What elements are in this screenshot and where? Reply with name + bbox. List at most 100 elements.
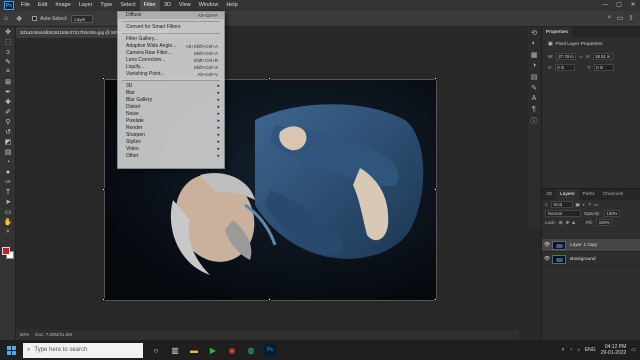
clone-stamp-icon[interactable]: ⚲ (0, 117, 16, 127)
filter-item-blur-gallery[interactable]: Blur Gallery ▸ (118, 97, 224, 104)
character-icon[interactable]: A (527, 93, 541, 104)
workspace-icon[interactable]: ▭ (617, 14, 624, 22)
color-icon[interactable]: ◐ (527, 38, 541, 49)
width-field[interactable]: 27.78 in (556, 53, 577, 60)
maximize-icon[interactable]: ▢ (612, 0, 626, 11)
filter-item-pixelate[interactable]: Pixelate ▸ (118, 118, 224, 125)
eraser-icon[interactable]: ◩ (0, 137, 16, 147)
opacity-field[interactable]: 100% (603, 210, 620, 217)
swatches-icon[interactable]: ▦ (527, 49, 541, 60)
transform-handle-ml[interactable] (102, 188, 105, 191)
layer-row-background[interactable]: 👁︎ Background (542, 253, 640, 266)
eyedropper-icon[interactable]: ✒ (0, 87, 16, 97)
volume-icon[interactable]: ♪ (577, 347, 580, 353)
filter-item-stylize[interactable]: Stylize ▸ (118, 139, 224, 146)
lock-position-icon[interactable]: ✥ (566, 220, 570, 226)
history-icon[interactable]: ⟲ (527, 27, 541, 38)
menu-window[interactable]: Window (195, 0, 223, 11)
fill-field[interactable]: 100% (595, 219, 612, 226)
filter-pixel-icon[interactable]: ▣ (576, 202, 580, 208)
minimize-icon[interactable]: — (598, 0, 612, 11)
transform-handle-tl[interactable] (102, 77, 105, 80)
dodge-icon[interactable]: ● (0, 167, 16, 177)
menu-filter[interactable]: Filter (139, 0, 160, 11)
hand-icon[interactable]: ✋ (0, 217, 16, 227)
transform-handle-br[interactable] (434, 298, 437, 301)
visibility-eye-icon[interactable]: 👁︎ (542, 256, 552, 262)
filter-adjust-icon[interactable]: ◐ (583, 202, 586, 207)
menu-edit[interactable]: Edit (34, 0, 51, 11)
notifications-icon[interactable]: ▭ (631, 347, 636, 353)
pen-icon[interactable]: ✑ (0, 177, 16, 187)
taskbar-search[interactable]: ⌕ Type here to search (23, 342, 143, 358)
y-field[interactable]: 0 in (594, 64, 615, 71)
clock[interactable]: 04:12 PM 29-01-2022 (601, 344, 627, 356)
history-brush-icon[interactable]: ↺ (0, 127, 16, 137)
height-field[interactable]: 18.51 in (593, 53, 614, 60)
brush-settings-icon[interactable]: ✎ (527, 82, 541, 93)
tab-layers[interactable]: Layers (556, 189, 579, 200)
chrome-icon[interactable]: ◉ (226, 344, 238, 356)
layer-row-layer-1-copy[interactable]: 👁︎ Layer 1 copy (542, 239, 640, 252)
transform-handle-bc[interactable] (268, 298, 271, 301)
file-explorer-icon[interactable]: ▬ (188, 344, 200, 356)
kind-filter-dropdown[interactable]: Kind (550, 201, 573, 208)
type-icon[interactable]: T (0, 187, 16, 197)
filter-item-vanishing-point[interactable]: Vanishing Point... Alt+Ctrl+V (118, 71, 224, 78)
filter-shape-icon[interactable]: ▭ (594, 202, 598, 208)
transform-handle-tc[interactable] (268, 77, 271, 80)
quick-select-icon[interactable]: ✎ (0, 57, 16, 67)
link-icon[interactable]: ∞ (579, 54, 582, 59)
menu-image[interactable]: Image (51, 0, 74, 11)
lasso-icon[interactable]: ↄ (0, 47, 16, 57)
task-view-icon[interactable]: ▥ (169, 344, 181, 356)
frame-icon[interactable]: ⊠ (0, 77, 16, 87)
filter-item-render[interactable]: Render ▸ (118, 125, 224, 132)
menu-3d[interactable]: 3D (160, 0, 175, 11)
crop-icon[interactable]: ⌗ (0, 67, 16, 77)
lock-pixels-icon[interactable]: ⊞ (559, 220, 563, 226)
filter-item-filter-gallery[interactable]: Filter Gallery... (118, 36, 224, 43)
adjustments-icon[interactable]: ◑ (527, 60, 541, 71)
zoom-icon[interactable]: ⌕ (0, 227, 16, 237)
filter-item-liquify[interactable]: Liquify... Shift+Ctrl+X (118, 64, 224, 71)
tab-paths[interactable]: Paths (579, 189, 599, 200)
search-icon[interactable]: ⌕ (608, 14, 612, 22)
auto-select-checkbox[interactable] (32, 16, 38, 21)
marquee-icon[interactable]: ⬚ (0, 37, 16, 47)
filter-item-convert-smart[interactable]: Convert for Smart Filters (118, 24, 224, 31)
menu-layer[interactable]: Layer (75, 0, 97, 11)
healing-brush-icon[interactable]: ✚ (0, 97, 16, 107)
edge-icon[interactable]: ◍ (245, 344, 257, 356)
blend-mode-dropdown[interactable]: Normal (545, 210, 581, 217)
visibility-eye-icon[interactable]: 👁︎ (542, 242, 552, 248)
cortana-icon[interactable]: ○ (150, 344, 162, 356)
windows-start-icon[interactable] (4, 343, 18, 357)
move-icon[interactable]: ✥ (0, 27, 16, 37)
filter-item-camera-raw[interactable]: Camera Raw Filter... Shift+Ctrl+A (118, 50, 224, 57)
photoshop-taskbar-icon[interactable]: Ps (264, 344, 276, 356)
filter-item-noise[interactable]: Noise ▸ (118, 111, 224, 118)
chevron-up-icon[interactable]: ˄ (561, 347, 564, 353)
menu-view[interactable]: View (175, 0, 195, 11)
rectangle-icon[interactable]: ▭ (0, 207, 16, 217)
filter-item-video[interactable]: Video ▸ (118, 146, 224, 153)
info-icon[interactable]: ⓘ (527, 115, 541, 126)
filter-item-lens-correction[interactable]: Lens Correction... Shift+Ctrl+R (118, 57, 224, 64)
filter-item-blur[interactable]: Blur ▸ (118, 90, 224, 97)
zoom-level[interactable]: 50% (20, 332, 29, 337)
filter-item-sharpen[interactable]: Sharpen ▸ (118, 132, 224, 139)
filter-item-3d[interactable]: 3D ▸ (118, 83, 224, 90)
libraries-icon[interactable]: ▤ (527, 71, 541, 82)
filter-type-icon[interactable]: T (589, 202, 592, 207)
lock-all-icon[interactable]: 🔒︎ (572, 220, 574, 225)
menu-select[interactable]: Select (116, 0, 139, 11)
close-icon[interactable]: ✕ (626, 0, 640, 11)
x-field[interactable]: 0 in (555, 64, 576, 71)
transform-handle-tr[interactable] (434, 77, 437, 80)
tab-channels[interactable]: Channels (599, 189, 627, 200)
tab-3d[interactable]: 3D (542, 189, 556, 200)
gradient-icon[interactable]: ▤ (0, 147, 16, 157)
menu-type[interactable]: Type (96, 0, 116, 11)
transform-handle-bl[interactable] (102, 298, 105, 301)
